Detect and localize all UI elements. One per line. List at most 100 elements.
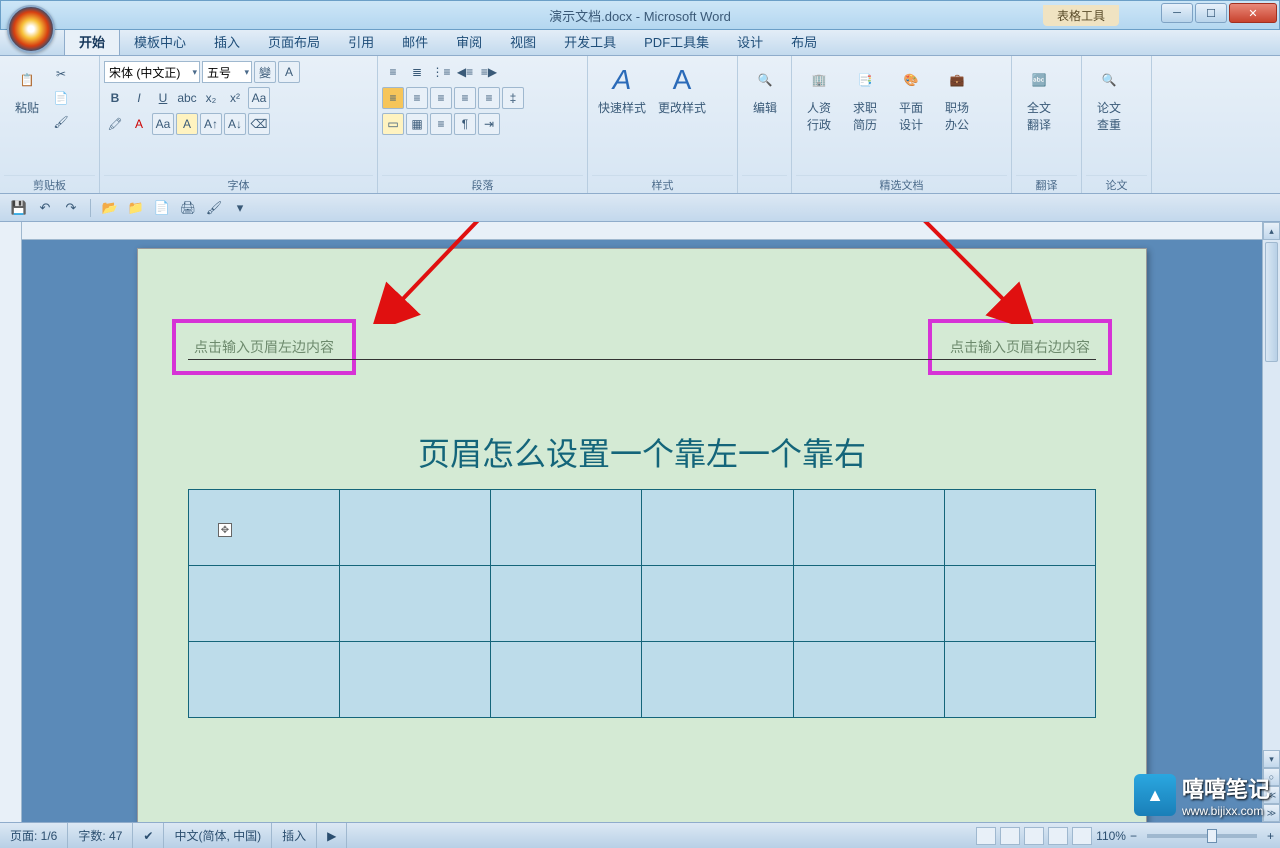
status-macro[interactable]: ▶: [317, 823, 347, 848]
tabs-button[interactable]: ⇥: [478, 113, 500, 135]
format-painter-button[interactable]: 🖌: [50, 111, 72, 133]
pinyin-button[interactable]: 變: [254, 61, 276, 83]
thesis-check-button[interactable]: 🔍论文 查重: [1086, 59, 1132, 137]
document-table[interactable]: [188, 489, 1096, 718]
highlight-button[interactable]: 🖍: [104, 113, 126, 135]
zoom-level[interactable]: 110%: [1096, 829, 1126, 843]
change-case-button[interactable]: Aa: [248, 87, 270, 109]
tab-developer[interactable]: 开发工具: [550, 28, 630, 55]
redo-button[interactable]: ↷: [60, 198, 82, 218]
char-border-button[interactable]: A: [278, 61, 300, 83]
more-button[interactable]: ▾: [229, 198, 251, 218]
vertical-scrollbar[interactable]: ▴ ▾ ○ ≪ ≫: [1262, 222, 1280, 822]
cut-button[interactable]: ✂: [50, 63, 72, 85]
font-size-combo[interactable]: 五号: [202, 61, 252, 83]
tab-home[interactable]: 开始: [64, 27, 120, 55]
numbering-button[interactable]: ≣: [406, 61, 428, 83]
status-mode[interactable]: 插入: [272, 823, 317, 848]
office-button2[interactable]: 💼职场 办公: [934, 59, 980, 137]
line-spacing-button[interactable]: ‡: [502, 87, 524, 109]
quick-styles-button[interactable]: A 快速样式: [592, 59, 652, 120]
print-button[interactable]: 🖨: [177, 198, 199, 218]
save-button[interactable]: 💾: [8, 198, 30, 218]
grow-font-button[interactable]: A↑: [200, 113, 222, 135]
copy-button[interactable]: 📄: [50, 87, 72, 109]
tab-insert[interactable]: 插入: [200, 28, 254, 55]
bullets-button[interactable]: ≡: [382, 61, 404, 83]
underline-button[interactable]: U: [152, 87, 174, 109]
font-name-combo[interactable]: 宋体 (中文正): [104, 61, 200, 83]
page[interactable]: 点击输入页眉左边内容 点击输入页眉右边内容 页眉怎么设置一个靠左一个靠右 ✥: [137, 248, 1147, 822]
vertical-ruler[interactable]: [0, 222, 22, 822]
status-language[interactable]: 中文(简体, 中国): [164, 823, 272, 848]
tab-templates[interactable]: 模板中心: [120, 28, 200, 55]
undo-button[interactable]: ↶: [34, 198, 56, 218]
increase-indent-button[interactable]: ≡▶: [478, 61, 500, 83]
document-title[interactable]: 页眉怎么设置一个靠左一个靠右: [188, 429, 1096, 475]
zoom-in-button[interactable]: +: [1267, 829, 1274, 843]
tab-references[interactable]: 引用: [334, 28, 388, 55]
table-move-handle[interactable]: ✥: [218, 523, 232, 537]
title-bar: 演示文档.docx - Microsoft Word 表格工具 ─ ☐ ✕: [0, 0, 1280, 30]
editing-button[interactable]: 🔍 编辑: [742, 59, 788, 120]
outline-view[interactable]: [1048, 827, 1068, 845]
header-right-placeholder[interactable]: 点击输入页眉右边内容: [950, 339, 1090, 355]
hr-admin-button[interactable]: 🏢人资 行政: [796, 59, 842, 137]
tab-table-layout[interactable]: 布局: [777, 28, 831, 55]
clear-format-button[interactable]: ⌫: [248, 113, 270, 135]
status-proof[interactable]: ✔: [133, 823, 164, 848]
sort-button[interactable]: ≡: [430, 113, 452, 135]
fullscreen-view[interactable]: [1000, 827, 1020, 845]
enclose-char-button[interactable]: A: [176, 113, 198, 135]
tab-layout[interactable]: 页面布局: [254, 28, 334, 55]
print-layout-view[interactable]: [976, 827, 996, 845]
font-color-button[interactable]: A: [128, 113, 150, 135]
document-scroll[interactable]: 点击输入页眉左边内容 点击输入页眉右边内容 页眉怎么设置一个靠左一个靠右 ✥: [22, 222, 1262, 822]
decrease-indent-button[interactable]: ◀≡: [454, 61, 476, 83]
scroll-thumb[interactable]: [1265, 242, 1278, 362]
header-left-placeholder[interactable]: 点击输入页眉左边内容: [194, 339, 334, 355]
office-button[interactable]: [7, 5, 55, 53]
show-marks-button[interactable]: ¶: [454, 113, 476, 135]
align-left-button[interactable]: ≡: [382, 87, 404, 109]
align-center-button[interactable]: ≡: [406, 87, 428, 109]
tab-pdf[interactable]: PDF工具集: [630, 28, 723, 55]
char-shading-button[interactable]: Aa: [152, 113, 174, 135]
close-button[interactable]: ✕: [1229, 3, 1277, 23]
tab-mailings[interactable]: 邮件: [388, 28, 442, 55]
open-button[interactable]: 📂: [99, 198, 121, 218]
tab-view[interactable]: 视图: [496, 28, 550, 55]
borders-button[interactable]: ▦: [406, 113, 428, 135]
brush-button[interactable]: 🖌: [203, 198, 225, 218]
paste-button[interactable]: 📋 粘贴: [4, 59, 50, 120]
maximize-button[interactable]: ☐: [1195, 3, 1227, 23]
status-words[interactable]: 字数: 47: [68, 823, 133, 848]
resume-button[interactable]: 📑求职 简历: [842, 59, 888, 137]
subscript-button[interactable]: x₂: [200, 87, 222, 109]
translate-button[interactable]: 🔤全文 翻译: [1016, 59, 1062, 137]
superscript-button[interactable]: x²: [224, 87, 246, 109]
zoom-slider[interactable]: [1147, 834, 1257, 838]
status-page[interactable]: 页面: 1/6: [0, 823, 68, 848]
bold-button[interactable]: B: [104, 87, 126, 109]
tab-review[interactable]: 审阅: [442, 28, 496, 55]
justify-button[interactable]: ≡: [454, 87, 476, 109]
shading-button[interactable]: ▭: [382, 113, 404, 135]
multilevel-button[interactable]: ⋮≡: [430, 61, 452, 83]
scroll-up-button[interactable]: ▴: [1263, 222, 1280, 240]
zoom-out-button[interactable]: −: [1130, 829, 1137, 843]
shrink-font-button[interactable]: A↓: [224, 113, 246, 135]
minimize-button[interactable]: ─: [1161, 3, 1193, 23]
new-button[interactable]: 📄: [151, 198, 173, 218]
italic-button[interactable]: I: [128, 87, 150, 109]
align-right-button[interactable]: ≡: [430, 87, 452, 109]
graphic-design-button[interactable]: 🎨平面 设计: [888, 59, 934, 137]
web-view[interactable]: [1024, 827, 1044, 845]
strikethrough-button[interactable]: abc: [176, 87, 198, 109]
folder-button[interactable]: 📁: [125, 198, 147, 218]
draft-view[interactable]: [1072, 827, 1092, 845]
distributed-button[interactable]: ≡: [478, 87, 500, 109]
scroll-down-button[interactable]: ▾: [1263, 750, 1280, 768]
tab-design[interactable]: 设计: [723, 28, 777, 55]
change-styles-button[interactable]: A 更改样式: [652, 59, 712, 120]
